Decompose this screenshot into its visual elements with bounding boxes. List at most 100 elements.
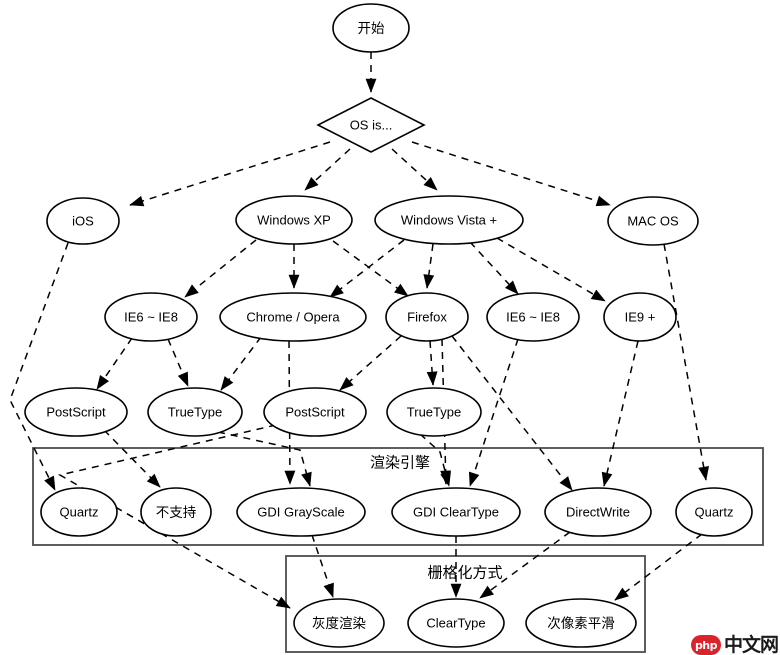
edge-osis-to-winxp	[304, 148, 351, 191]
edge-quartzb-to-subpixel	[614, 533, 703, 601]
node-label: Chrome / Opera	[246, 309, 340, 324]
node-directwrite[interactable]: DirectWrite	[544, 487, 652, 537]
edge-arrowhead	[450, 583, 462, 598]
node-label: 不支持	[156, 505, 197, 521]
node-psb[interactable]: PostScript	[263, 387, 367, 437]
edge-arrowhead	[146, 473, 161, 488]
node-label: Firefox	[407, 309, 447, 324]
edge-arrowhead	[96, 374, 110, 390]
node-ttb[interactable]: TrueType	[386, 387, 482, 437]
edge-line	[614, 533, 703, 601]
cluster-label: 栅格化方式	[427, 564, 502, 582]
node-label: Quartz	[694, 504, 733, 519]
edge-line	[663, 243, 707, 481]
node-label: IE6 ~ IE8	[506, 309, 560, 324]
watermark-text: 中文网	[723, 634, 778, 655]
node-psa[interactable]: PostScript	[24, 387, 128, 437]
edge-arrowhead	[423, 274, 435, 289]
node-ie9[interactable]: IE9 +	[603, 292, 677, 342]
edge-arrowhead	[177, 371, 189, 387]
node-gdigray[interactable]: GDI GrayScale	[236, 487, 366, 537]
node-label: 开始	[358, 21, 385, 37]
edge-arrowhead	[129, 195, 145, 207]
node-gray[interactable]: 灰度渲染	[293, 598, 385, 648]
edge-arrowhead	[614, 587, 629, 601]
node-label: PostScript	[285, 404, 345, 419]
edge-arrowhead	[595, 195, 611, 207]
edge-chromeopera-to-psb	[220, 336, 262, 391]
edge-arrowhead	[284, 470, 296, 485]
cluster-cluster_render: 渲染引擎	[32, 447, 764, 546]
node-label: iOS	[72, 213, 94, 228]
node-group: 开始 OS is... iOS Windows XP Windows Vista + MA…	[24, 3, 753, 648]
node-winxp[interactable]: Windows XP	[235, 195, 353, 245]
edge-firefox-to-ttb	[426, 340, 438, 386]
edge-winxp-to-ie68a	[184, 239, 257, 298]
node-start[interactable]: 开始	[332, 3, 410, 53]
edge-start-to-osis	[365, 52, 377, 93]
edge-winxp-to-chromeopera	[288, 244, 300, 289]
edge-osis-to-vista	[391, 148, 438, 191]
node-macos[interactable]: MAC OS	[607, 196, 699, 246]
node-label: IE6 ~ IE8	[124, 309, 178, 324]
node-label: Windows Vista +	[401, 212, 497, 227]
edge-arrowhead	[44, 475, 56, 491]
node-vista[interactable]: Windows Vista +	[374, 195, 524, 245]
edge-arrowhead	[275, 596, 291, 609]
node-busy[interactable]: 不支持	[140, 487, 212, 537]
node-ie68a[interactable]: IE6 ~ IE8	[104, 292, 198, 342]
node-tta[interactable]: TrueType	[147, 387, 243, 437]
node-label: IE9 +	[625, 309, 656, 324]
node-gdiclear[interactable]: GDI ClearType	[391, 487, 521, 537]
node-label: TrueType	[407, 404, 461, 419]
cluster-group: 渲染引擎栅格化方式	[32, 447, 764, 653]
node-label: TrueType	[168, 404, 222, 419]
cluster-label: 渲染引擎	[370, 454, 430, 472]
node-label: ClearType	[426, 615, 485, 630]
node-label: Windows XP	[257, 212, 331, 227]
edge-macos-to-quartzb	[663, 243, 710, 481]
node-cleartype[interactable]: ClearType	[407, 598, 505, 648]
watermark: php 中文网	[690, 625, 778, 655]
edge-line	[332, 240, 409, 297]
node-quartza[interactable]: Quartz	[40, 487, 118, 537]
edge-arrowhead	[394, 283, 409, 297]
edge-vista-to-chromeopera	[329, 239, 405, 298]
edge-arrowhead	[479, 585, 494, 599]
edge-line	[217, 431, 311, 487]
watermark-badge: php	[690, 635, 721, 655]
node-firefox[interactable]: Firefox	[385, 292, 469, 342]
edge-line	[9, 242, 69, 491]
node-osis[interactable]: OS is...	[316, 97, 426, 153]
edge-arrowhead	[590, 289, 606, 302]
node-label: 灰度渲染	[312, 616, 366, 632]
node-chromeopera[interactable]: Chrome / Opera	[219, 292, 367, 342]
edge-arrowhead	[323, 582, 334, 598]
edge-line	[329, 239, 405, 298]
node-quartzb[interactable]: Quartz	[675, 487, 753, 537]
node-ie68b[interactable]: IE6 ~ IE8	[486, 292, 580, 342]
edge-arrowhead	[698, 465, 710, 481]
node-ios[interactable]: iOS	[46, 197, 120, 245]
edge-arrowhead	[468, 471, 480, 487]
edge-arrowhead	[220, 376, 234, 391]
edge-vista-to-ie68b	[469, 241, 519, 295]
node-label: GDI GrayScale	[257, 504, 344, 519]
node-label: 次像素平滑	[547, 616, 615, 632]
node-label: PostScript	[46, 404, 106, 419]
node-subpixel[interactable]: 次像素平滑	[525, 598, 637, 648]
edge-arrowhead	[301, 471, 312, 487]
edge-ios-to-quartza	[9, 242, 69, 491]
edge-firefox-to-psb	[339, 335, 402, 391]
edge-ie68a-to-tta	[167, 338, 189, 387]
node-label: DirectWrite	[566, 504, 630, 519]
edge-line	[603, 340, 639, 487]
edge-winxp-to-firefox	[332, 240, 409, 297]
node-label: GDI ClearType	[413, 504, 499, 519]
edge-arrowhead	[426, 371, 438, 386]
edge-vista-to-firefox	[423, 243, 435, 289]
diagram-canvas: 渲染引擎栅格化方式 开始 OS is... iOS Windows XP Windows…	[0, 0, 780, 655]
node-label: OS is...	[350, 117, 393, 132]
edge-line	[184, 239, 257, 298]
node-label: MAC OS	[627, 213, 679, 228]
